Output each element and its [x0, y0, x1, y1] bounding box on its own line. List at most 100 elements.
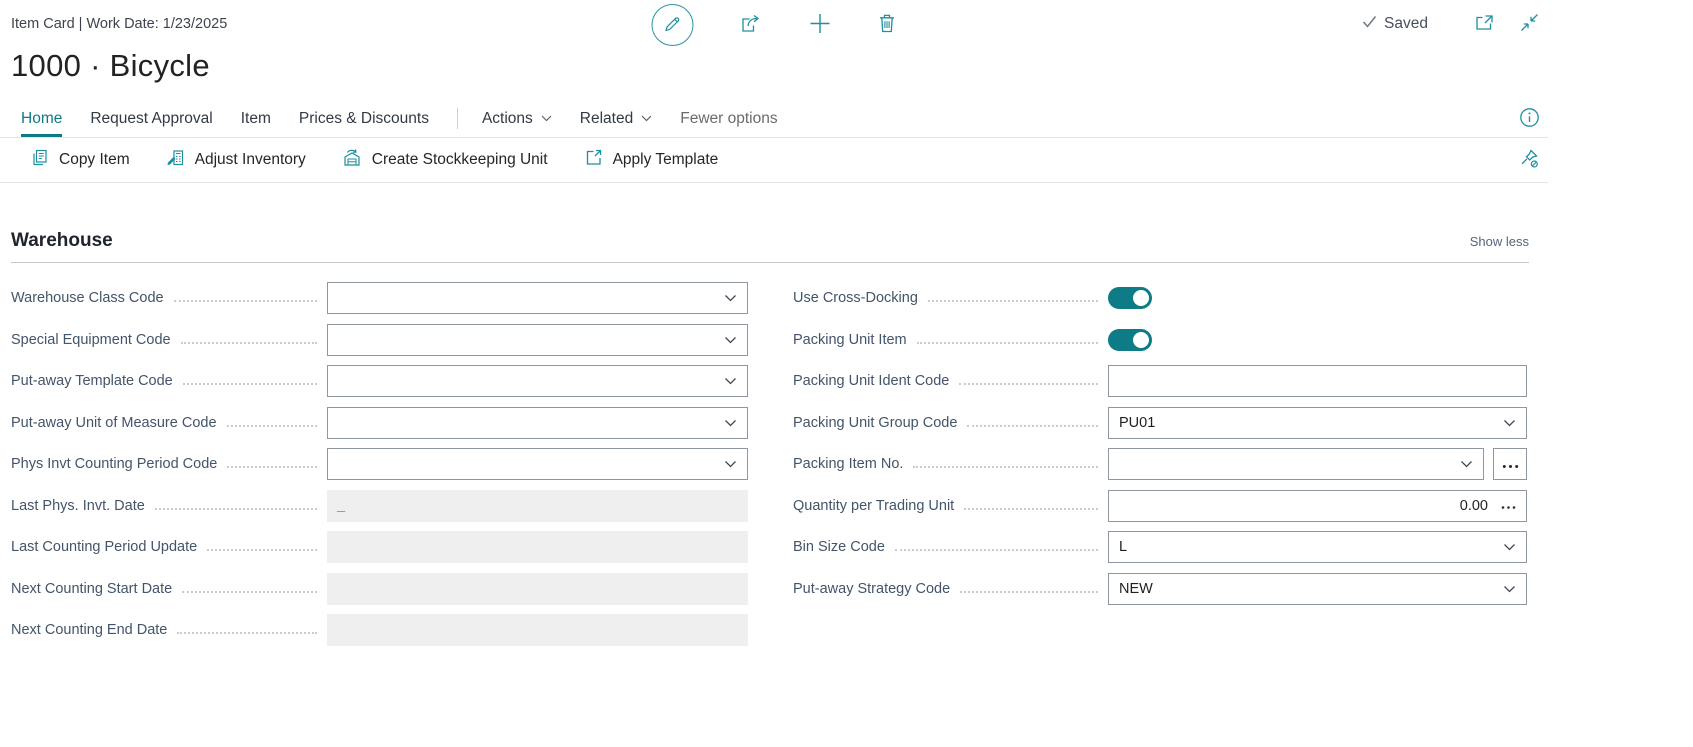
chevron-down-icon[interactable]: [724, 294, 737, 302]
field-row-put-away-unit-of-measure-code: Put-away Unit of Measure Code: [11, 407, 748, 439]
chevron-down-icon[interactable]: [724, 460, 737, 468]
open-in-window-icon: [1474, 13, 1495, 35]
item-card-page: Item Card | Work Date: 1/23/2025: [0, 0, 1548, 646]
top-command-bar: Item Card | Work Date: 1/23/2025: [0, 0, 1548, 48]
share-icon: [740, 13, 763, 37]
field-row-packing-unit-group-code: Packing Unit Group Code PU01: [793, 407, 1527, 439]
chevron-down-icon[interactable]: [1503, 419, 1516, 427]
ellipsis-icon: [1502, 457, 1519, 472]
fewer-options-button[interactable]: Fewer options: [680, 100, 777, 137]
field-row-packing-unit-item: Packing Unit Item: [793, 324, 1527, 356]
dotted-leader: [928, 300, 1098, 302]
packing-unit-group-code-dropdown[interactable]: PU01: [1108, 407, 1527, 439]
chevron-down-icon: [541, 115, 552, 122]
warehouse-section-header: Warehouse Show less: [11, 230, 1529, 263]
put-away-unit-of-measure-code-dropdown[interactable]: [327, 407, 748, 439]
dotted-leader: [155, 508, 317, 510]
section-title: Warehouse: [11, 230, 113, 252]
info-icon: [1519, 107, 1540, 131]
show-less-link[interactable]: Show less: [1470, 234, 1529, 249]
page-caption: Item Card | Work Date: 1/23/2025: [11, 16, 227, 32]
info-button[interactable]: [1519, 107, 1540, 131]
put-away-template-code-dropdown[interactable]: [327, 365, 748, 397]
dotted-leader: [181, 342, 317, 344]
copy-item-button[interactable]: Copy Item: [30, 148, 130, 172]
window-controls: Saved: [1362, 12, 1540, 36]
field-row-phys-invt-counting-period-code: Phys Invt Counting Period Code: [11, 448, 748, 480]
open-in-window-button[interactable]: [1474, 13, 1495, 35]
chevron-down-icon[interactable]: [1503, 585, 1516, 593]
field-row-special-equipment-code: Special Equipment Code: [11, 324, 748, 356]
dotted-leader: [177, 632, 317, 634]
save-status: Saved: [1362, 15, 1428, 33]
phys-invt-counting-period-code-dropdown[interactable]: [327, 448, 748, 480]
put-away-strategy-code-dropdown[interactable]: NEW: [1108, 573, 1527, 605]
edit-icon: [663, 14, 683, 37]
dotted-leader: [960, 591, 1098, 593]
chevron-down-icon[interactable]: [1503, 543, 1516, 551]
dotted-leader: [183, 383, 317, 385]
minimize-button[interactable]: [1519, 12, 1540, 36]
menu-actions[interactable]: Actions: [482, 100, 552, 137]
field-row-next-counting-end-date: Next Counting End Date: [11, 614, 748, 646]
field-row-last-phys-invt-date: Last Phys. Invt. Date _: [11, 490, 748, 522]
packing-item-no-dropdown[interactable]: [1108, 448, 1484, 480]
ellipsis-icon[interactable]: [1501, 498, 1516, 514]
field-row-packing-item-no: Packing Item No.: [793, 448, 1527, 480]
delete-button[interactable]: [878, 13, 897, 37]
packing-item-no-assist-button[interactable]: [1493, 448, 1527, 480]
new-icon: [809, 12, 832, 38]
minimize-icon: [1519, 12, 1540, 36]
field-row-quantity-per-trading-unit: Quantity per Trading Unit 0.00: [793, 490, 1527, 522]
packing-unit-ident-code-input[interactable]: [1108, 365, 1527, 397]
create-stockkeeping-unit-button[interactable]: Create Stockkeeping Unit: [342, 148, 548, 172]
packing-unit-item-toggle[interactable]: [1108, 329, 1152, 351]
dotted-leader: [964, 508, 1098, 510]
field-row-next-counting-start-date: Next Counting Start Date: [11, 573, 748, 605]
unpin-button[interactable]: [1519, 148, 1540, 172]
last-phys-invt-date-field: _: [327, 490, 748, 522]
page-title: 1000 · Bicycle: [0, 48, 1548, 100]
chevron-down-icon[interactable]: [724, 336, 737, 344]
empty-value-mark: _: [337, 498, 345, 514]
check-icon: [1362, 15, 1377, 33]
edit-button[interactable]: [652, 4, 694, 46]
warehouse-class-code-dropdown[interactable]: [327, 282, 748, 314]
delete-icon: [878, 13, 897, 37]
field-row-use-cross-docking: Use Cross-Docking: [793, 282, 1527, 314]
unpin-icon: [1519, 148, 1540, 172]
tab-request-approval[interactable]: Request Approval: [90, 100, 212, 137]
apply-template-icon: [584, 148, 603, 172]
special-equipment-code-dropdown[interactable]: [327, 324, 748, 356]
new-button[interactable]: [809, 12, 832, 38]
create-stockkeeping-unit-icon: [342, 148, 362, 172]
apply-template-button[interactable]: Apply Template: [584, 148, 719, 172]
tab-prices-discounts[interactable]: Prices & Discounts: [299, 100, 429, 137]
tab-item[interactable]: Item: [241, 100, 271, 137]
field-row-packing-unit-ident-code: Packing Unit Ident Code: [793, 365, 1527, 397]
adjust-inventory-icon: [166, 148, 185, 172]
field-row-bin-size-code: Bin Size Code L: [793, 531, 1527, 563]
use-cross-docking-toggle[interactable]: [1108, 287, 1152, 309]
fields-column-left: Warehouse Class Code Special Equipment C…: [11, 282, 748, 646]
copy-item-icon: [30, 148, 49, 172]
adjust-inventory-button[interactable]: Adjust Inventory: [166, 148, 306, 172]
dotted-leader: [959, 383, 1098, 385]
share-button[interactable]: [740, 13, 763, 37]
tab-home[interactable]: Home: [21, 100, 62, 137]
dotted-leader: [913, 466, 1098, 468]
bin-size-code-dropdown[interactable]: L: [1108, 531, 1527, 563]
chevron-down-icon: [641, 115, 652, 122]
menu-related[interactable]: Related: [580, 100, 652, 137]
action-bar: Copy Item Adjust Inventory Create St: [0, 138, 1548, 183]
quantity-per-trading-unit-input[interactable]: 0.00: [1108, 490, 1527, 522]
chevron-down-icon[interactable]: [724, 377, 737, 385]
dotted-leader: [917, 342, 1098, 344]
dotted-leader: [227, 425, 317, 427]
dotted-leader: [207, 549, 317, 551]
last-counting-period-update-field: [327, 531, 748, 563]
field-row-put-away-strategy-code: Put-away Strategy Code NEW: [793, 573, 1527, 605]
chevron-down-icon[interactable]: [724, 419, 737, 427]
chevron-down-icon[interactable]: [1460, 460, 1473, 468]
toggle-knob: [1133, 332, 1149, 348]
